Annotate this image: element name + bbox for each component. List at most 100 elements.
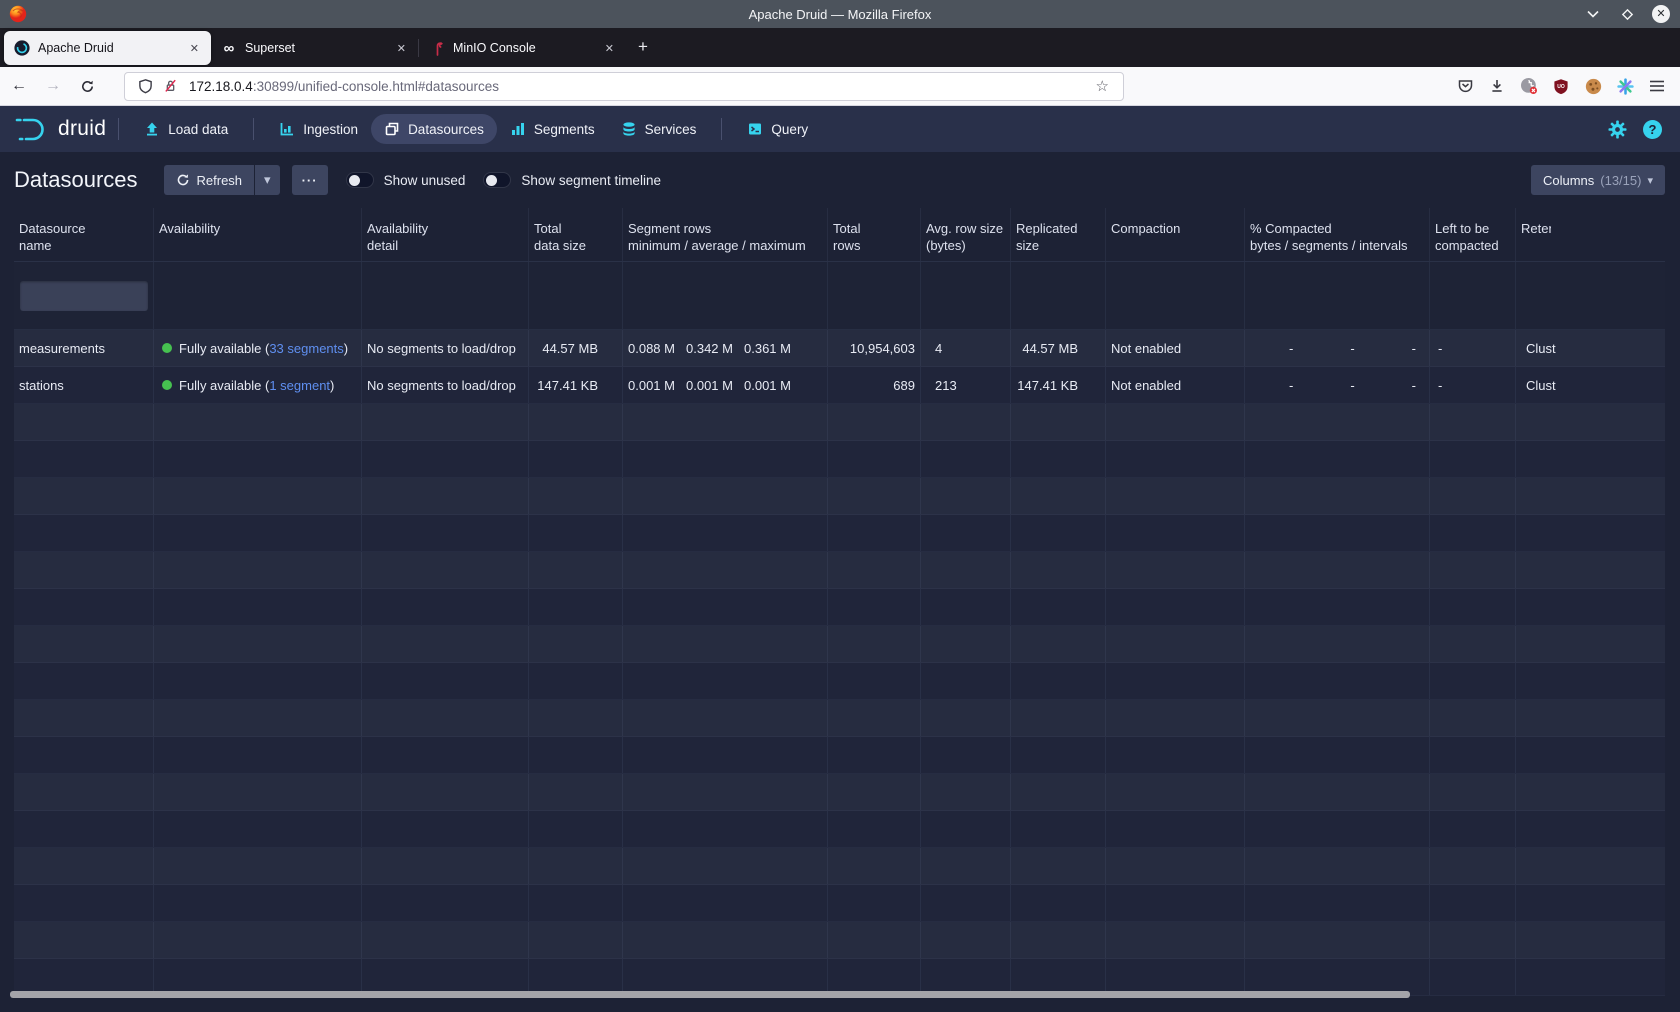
tab-title: MinIO Console: [453, 41, 601, 55]
tab-apache-druid[interactable]: Apache Druid ✕: [4, 31, 211, 65]
segments-link[interactable]: 33 segments: [269, 341, 343, 356]
table-row-empty: [14, 848, 1665, 885]
query-icon: [747, 121, 763, 137]
datasources-icon: [384, 121, 400, 137]
table-row-empty: [14, 663, 1665, 700]
page-header: Datasources Refresh ▾ ··· Show unused Sh…: [0, 152, 1680, 208]
ublock-icon[interactable]: UO: [1552, 77, 1570, 95]
tab-close-icon[interactable]: ✕: [601, 40, 618, 57]
nav-item-load-data[interactable]: Load data: [131, 114, 241, 144]
nav-item-query[interactable]: Query: [734, 114, 821, 144]
cell-pct-compacted: ---: [1245, 367, 1430, 403]
tab-superset[interactable]: ∞ Superset ✕: [211, 31, 418, 65]
table-row-empty: [14, 515, 1665, 552]
show-segment-timeline-toggle[interactable]: [483, 172, 511, 188]
new-tab-button[interactable]: +: [626, 37, 660, 67]
toggle-knob: [486, 175, 497, 186]
cell-replicated-size: 44.57 MB: [1011, 330, 1106, 366]
tab-close-icon[interactable]: ✕: [186, 40, 203, 57]
col-header-availability-detail[interactable]: Availabilitydetail: [362, 208, 529, 261]
bookmark-star-icon[interactable]: ☆: [1090, 77, 1115, 95]
segments-link[interactable]: 1 segment: [269, 378, 330, 393]
show-segment-timeline-label: Show segment timeline: [521, 173, 661, 188]
pocket-icon[interactable]: [1456, 77, 1474, 95]
druid-logo-icon: [14, 115, 50, 143]
table-header-row: Datasourcename Availability Availability…: [14, 208, 1665, 262]
window-close-icon[interactable]: ✕: [1652, 5, 1670, 23]
superset-favicon-icon: ∞: [221, 40, 237, 56]
reload-button[interactable]: [72, 72, 102, 100]
url-bar[interactable]: 172.18.0.4:30899/unified-console.html#da…: [124, 72, 1124, 101]
services-icon: [621, 121, 637, 137]
sparkle-extension-icon[interactable]: [1616, 77, 1634, 95]
cookie-extension-icon[interactable]: [1584, 77, 1602, 95]
nav-item-label: Segments: [534, 122, 595, 137]
settings-gear-icon[interactable]: [1608, 120, 1627, 139]
table-row-empty: [14, 922, 1665, 959]
nav-item-ingestion[interactable]: Ingestion: [266, 114, 371, 144]
nav-item-label: Datasources: [408, 122, 484, 137]
cell-avg-row-size: 213: [921, 367, 1011, 403]
table-row-stations: stations Fully available (1 segment) No …: [14, 367, 1665, 404]
nav-item-datasources[interactable]: Datasources: [371, 114, 497, 144]
nav-divider: [118, 118, 119, 140]
nav-divider: [253, 118, 254, 140]
nav-item-label: Query: [771, 122, 808, 137]
nav-item-label: Services: [645, 122, 697, 137]
datasource-name-filter-input[interactable]: [20, 281, 148, 311]
col-header-availability[interactable]: Availability: [154, 208, 362, 261]
columns-button[interactable]: Columns (13/15) ▾: [1531, 165, 1665, 195]
window-title: Apache Druid — Mozilla Firefox: [0, 7, 1680, 22]
load-data-icon: [144, 121, 160, 137]
help-icon[interactable]: ?: [1643, 120, 1662, 139]
tab-minio-console[interactable]: MinIO Console ✕: [419, 31, 626, 65]
cell-left-to-compact: -: [1430, 367, 1516, 403]
cell-avg-row-size: 4: [921, 330, 1011, 366]
chevron-down-icon: ▾: [1647, 174, 1653, 187]
show-unused-toggle[interactable]: [346, 172, 374, 188]
col-header-retention[interactable]: Retention: [1516, 208, 1665, 261]
druid-favicon-icon: [14, 40, 30, 56]
window-minimize-icon[interactable]: [1584, 5, 1602, 23]
refresh-icon: [176, 173, 190, 187]
col-header-avg-row-size[interactable]: Avg. row size(bytes): [921, 208, 1011, 261]
col-header-replicated-size[interactable]: Replicatedsize: [1011, 208, 1106, 261]
window-maximize-icon[interactable]: [1618, 5, 1636, 23]
columns-label: Columns: [1543, 173, 1594, 188]
col-header-left-to-compact[interactable]: Left to becompacted: [1430, 208, 1516, 261]
col-header-total-data-size[interactable]: Totaldata size: [529, 208, 623, 261]
druid-brand[interactable]: druid: [14, 115, 106, 143]
back-button[interactable]: ←: [4, 72, 34, 100]
url-text[interactable]: 172.18.0.4:30899/unified-console.html#da…: [189, 79, 1090, 94]
col-header-datasource-name[interactable]: Datasourcename: [14, 208, 154, 261]
refresh-dropdown-button[interactable]: ▾: [255, 165, 280, 195]
refresh-button[interactable]: Refresh: [164, 165, 255, 195]
cell-total-rows: 10,954,603: [828, 330, 921, 366]
window-titlebar: Apache Druid — Mozilla Firefox ✕: [0, 0, 1680, 28]
col-header-total-rows[interactable]: Totalrows: [828, 208, 921, 261]
show-unused-label: Show unused: [384, 173, 466, 188]
downloads-icon[interactable]: [1488, 77, 1506, 95]
cell-datasource-name: stations: [14, 367, 154, 403]
more-actions-button[interactable]: ···: [292, 165, 328, 195]
insecure-lock-icon[interactable]: [163, 78, 178, 94]
col-header-compaction[interactable]: Compaction: [1106, 208, 1245, 261]
nav-item-services[interactable]: Services: [608, 114, 710, 144]
nav-item-label: Ingestion: [303, 122, 358, 137]
svg-text:UO: UO: [1557, 84, 1565, 90]
col-header-segment-rows[interactable]: Segment rowsminimum / average / maximum: [623, 208, 828, 261]
toggle-knob: [349, 175, 360, 186]
tab-close-icon[interactable]: ✕: [393, 40, 410, 57]
ingestion-icon: [279, 121, 295, 137]
shield-icon[interactable]: [138, 78, 153, 94]
tab-title: Superset: [245, 41, 393, 55]
table-row-empty: [14, 589, 1665, 626]
col-header-pct-compacted[interactable]: % Compactedbytes / segments / intervals: [1245, 208, 1430, 261]
nav-item-segments[interactable]: Segments: [497, 114, 608, 144]
extension-disabled-icon[interactable]: [1520, 77, 1538, 95]
minio-favicon-icon: [429, 40, 445, 56]
table-row-empty: [14, 774, 1665, 811]
menu-hamburger-icon[interactable]: [1648, 77, 1666, 95]
table-filter-row: [14, 262, 1665, 330]
horizontal-scrollbar-thumb[interactable]: [10, 991, 1410, 998]
